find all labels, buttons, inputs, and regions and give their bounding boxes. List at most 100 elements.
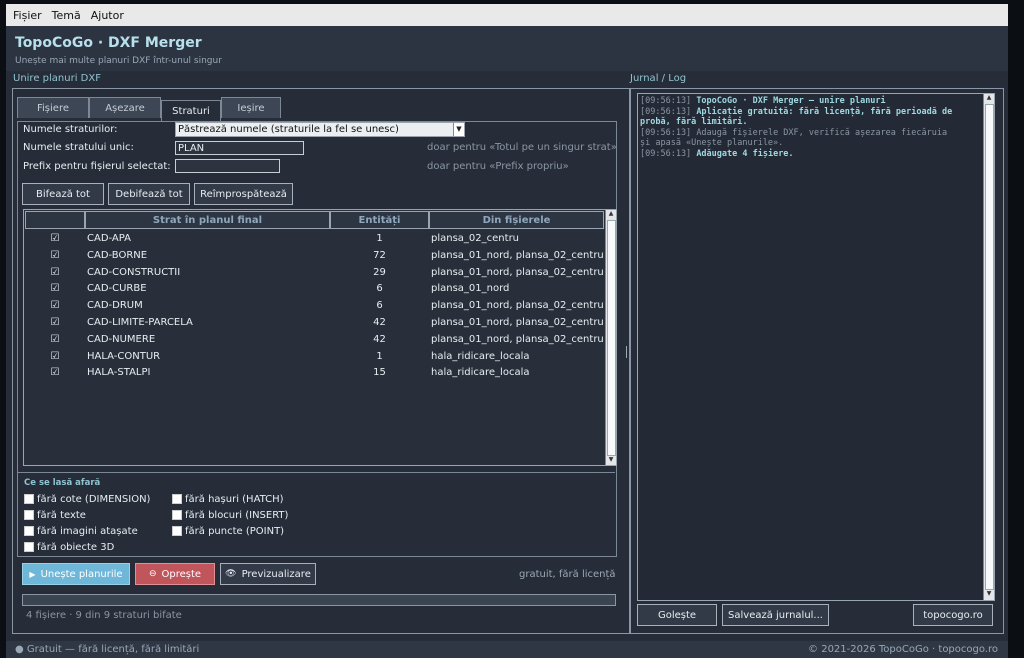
- exclude-insert-checkbox[interactable]: fără blocuri (INSERT): [172, 510, 288, 521]
- right-section-label: Jurnal / Log: [630, 73, 687, 84]
- row-checkbox[interactable]: ☑: [25, 247, 85, 264]
- row-checkbox[interactable]: ☑: [25, 264, 85, 281]
- row-layer-name: CAD-BORNE: [87, 249, 148, 261]
- row-source-files: plansa_01_nord, plansa_02_centru: [431, 333, 604, 345]
- row-layer-name: CAD-LIMITE-PARCELA: [87, 317, 193, 328]
- row-checkbox[interactable]: ☑: [25, 230, 85, 247]
- table-row[interactable]: ☑ HALA-CONTUR 1 hala_ridicare_locala: [24, 348, 604, 365]
- row-checkbox[interactable]: ☑: [25, 364, 85, 381]
- row-entity-count: 42: [373, 333, 386, 345]
- layer-names-select[interactable]: Păstrează numele (straturile la fel se u…: [175, 122, 465, 137]
- row-entity-count: 6: [376, 300, 383, 312]
- table-row[interactable]: ☑ CAD-CURBE 6 plansa_01_nord: [24, 280, 604, 297]
- table-row[interactable]: ☑ HALA-STALPI 15 hala_ridicare_locala: [24, 364, 604, 381]
- log-timestamp: [09:56:13]: [640, 127, 692, 138]
- row-entity-count: 72: [373, 249, 386, 261]
- app-subtitle: Unește mai multe planuri DXF într-unul s…: [15, 56, 222, 66]
- tab-output[interactable]: Ieșire: [221, 97, 281, 118]
- checkbox-icon: [24, 526, 34, 536]
- clear-log-button[interactable]: Golește: [637, 604, 717, 626]
- play-icon: ▶: [29, 569, 36, 579]
- table-header-check[interactable]: [25, 211, 85, 229]
- row-checkbox[interactable]: ☑: [25, 280, 85, 297]
- row-source-files: plansa_01_nord: [431, 283, 510, 295]
- table-row[interactable]: ☑ CAD-DRUM 6 plansa_01_nord, plansa_02_cent…: [24, 297, 604, 314]
- row-checkbox[interactable]: ☑: [25, 348, 85, 365]
- exclude-3d-checkbox[interactable]: fără obiecte 3D: [24, 542, 114, 553]
- checkbox-icon: [24, 510, 34, 520]
- scroll-up-icon[interactable]: ▲: [984, 94, 994, 103]
- merge-button[interactable]: ▶ Unește planurile: [22, 563, 130, 585]
- exclude-divider: [17, 472, 615, 473]
- table-row[interactable]: ☑ CAD-BORNE 72 plansa_01_nord, plansa_02_ce…: [24, 247, 604, 264]
- row-entity-count: 29: [373, 266, 386, 278]
- single-layer-hint: doar pentru «Totul pe un singur strat»: [427, 142, 617, 153]
- prefix-input[interactable]: [175, 159, 280, 173]
- log-scrollbar[interactable]: ▲ ▼: [983, 94, 994, 600]
- scroll-up-icon[interactable]: ▲: [606, 210, 616, 219]
- row-entity-count: 1: [376, 350, 383, 362]
- eye-icon: 👁: [225, 569, 237, 579]
- progress-bar: [22, 594, 616, 606]
- status-bar: ● Gratuit — fără licență, fără limitări …: [6, 641, 1008, 658]
- table-row[interactable]: ☑ CAD-CONSTRUCTII 29 plansa_01_nord, plansa…: [24, 264, 604, 281]
- row-entity-count: 42: [373, 317, 386, 328]
- row-layer-name: CAD-DRUM: [87, 300, 143, 312]
- exclude-hatch-checkbox[interactable]: fără hașuri (HATCH): [172, 494, 284, 505]
- uncheck-all-button[interactable]: Debifează tot: [108, 183, 190, 205]
- scroll-thumb[interactable]: [607, 220, 616, 456]
- scroll-thumb[interactable]: [985, 104, 994, 590]
- tab-files[interactable]: Fișiere: [17, 97, 89, 118]
- chevron-down-icon: ▼: [453, 123, 464, 136]
- tab-placement[interactable]: Așezare: [89, 97, 161, 118]
- exclude-insert-label: fără blocuri (INSERT): [185, 510, 289, 521]
- website-button[interactable]: topocogo.ro: [913, 604, 993, 626]
- preview-button[interactable]: 👁 Previzualizare: [220, 563, 316, 585]
- row-entity-count: 6: [376, 283, 383, 295]
- scroll-down-icon[interactable]: ▼: [606, 456, 616, 465]
- row-entity-count: 1: [376, 233, 383, 244]
- log-line: [09:56:13] Aplicație gratuită: fără lice…: [640, 107, 952, 128]
- exclude-images-checkbox[interactable]: fără imagini atașate: [24, 526, 138, 537]
- scroll-down-icon[interactable]: ▼: [984, 590, 994, 599]
- table-row[interactable]: ☑ CAD-LIMITE-PARCELA 42 plansa_01_nord, pla…: [24, 314, 604, 331]
- table-header-layer[interactable]: Strat în planul final: [85, 211, 330, 229]
- row-source-files: plansa_01_nord, plansa_02_centru: [431, 300, 604, 312]
- single-layer-label: Numele stratului unic:: [23, 142, 134, 153]
- exclude-point-checkbox[interactable]: fără puncte (POINT): [172, 526, 284, 537]
- table-header-files[interactable]: Din fișierele: [429, 211, 604, 229]
- exclude-text-label: fără texte: [37, 510, 86, 521]
- row-checkbox[interactable]: ☑: [25, 297, 85, 314]
- table-header-entities[interactable]: Entități: [330, 211, 429, 229]
- exclude-point-label: fără puncte (POINT): [185, 526, 285, 537]
- layer-names-label: Numele straturilor:: [23, 124, 118, 135]
- table-scrollbar[interactable]: ▲ ▼: [605, 210, 616, 465]
- prefix-hint: doar pentru «Prefix propriu»: [427, 161, 569, 172]
- merge-button-label: Unește planurile: [40, 568, 123, 580]
- save-log-button[interactable]: Salvează jurnalul...: [722, 604, 829, 626]
- exclude-text-checkbox[interactable]: fără texte: [24, 510, 86, 521]
- layers-table: Strat în planul final Entități Din fișie…: [23, 209, 617, 466]
- menu-theme[interactable]: Temă: [47, 9, 86, 22]
- refresh-button[interactable]: Reîmprospătează: [194, 183, 293, 205]
- exclude-3d-label: fără obiecte 3D: [37, 542, 115, 553]
- menu-file[interactable]: Fișier: [8, 9, 47, 22]
- menu-help[interactable]: Ajutor: [86, 9, 129, 22]
- log-box[interactable]: [09:56:13] TopoCoGo · DXF Merger — unire…: [637, 93, 995, 601]
- preview-button-label: Previzualizare: [241, 568, 311, 580]
- row-source-files: hala_ridicare_locala: [431, 350, 530, 362]
- row-source-files: plansa_02_centru: [431, 233, 520, 244]
- row-entity-count: 15: [373, 367, 386, 379]
- row-checkbox[interactable]: ☑: [25, 331, 85, 348]
- row-checkbox[interactable]: ☑: [25, 314, 85, 331]
- table-row[interactable]: ☑ CAD-APA 1 plansa_02_centru: [24, 230, 604, 247]
- single-layer-input[interactable]: PLAN: [175, 141, 304, 155]
- tab-layers[interactable]: Straturi: [161, 100, 221, 122]
- exclude-images-label: fără imagini atașate: [37, 526, 138, 537]
- check-all-button[interactable]: Bifează tot: [22, 183, 104, 205]
- log-message: Adăugate 4 fișiere.: [696, 148, 794, 159]
- exclude-hatch-label: fără hașuri (HATCH): [185, 494, 284, 505]
- table-row[interactable]: ☑ CAD-NUMERE 42 plansa_01_nord, plansa_02_c…: [24, 331, 604, 348]
- exclude-dimension-checkbox[interactable]: fără cote (DIMENSION): [24, 494, 150, 505]
- stop-button[interactable]: ⊖ Oprește: [135, 563, 215, 585]
